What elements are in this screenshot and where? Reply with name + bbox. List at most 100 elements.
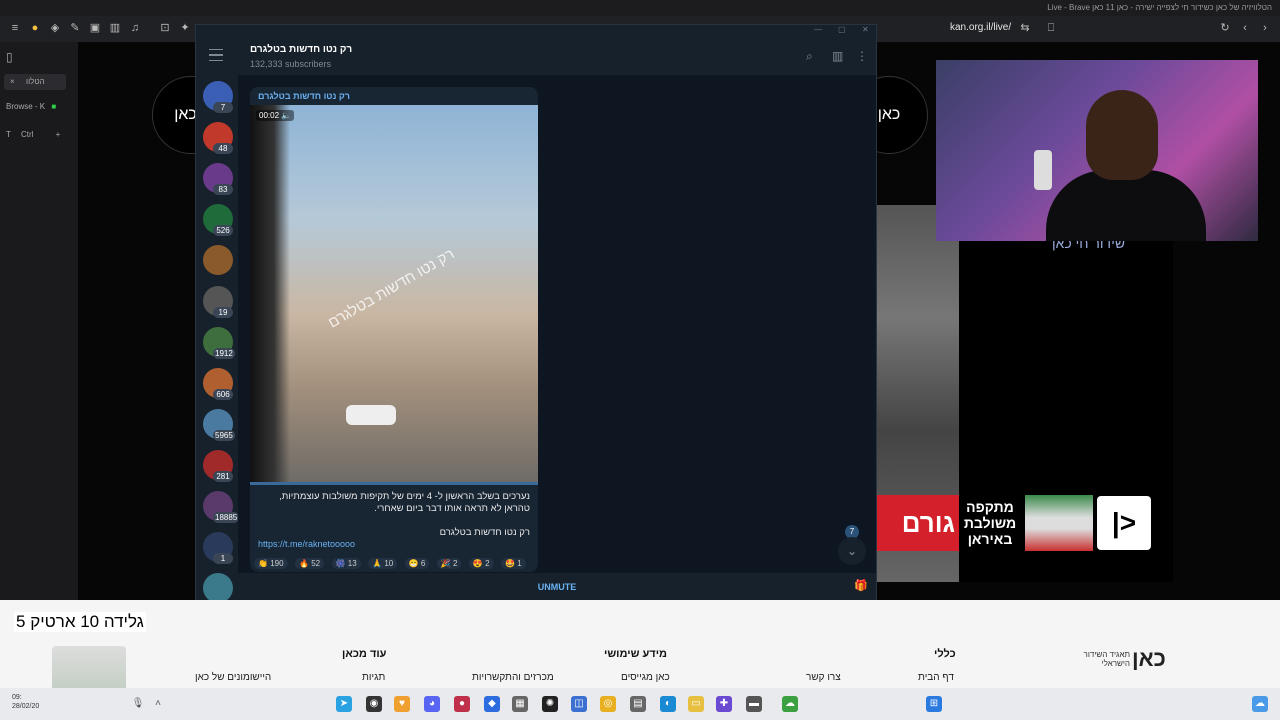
reaction-chip[interactable]: 🎉 2 <box>436 558 462 569</box>
windows-start-icon[interactable]: ⊞ <box>926 696 942 712</box>
chat-avatar[interactable] <box>203 245 233 275</box>
unread-badge: 19 <box>213 307 233 318</box>
stream-overlay-text: גלידה 10 ארטיק 5 <box>14 612 146 632</box>
discord-taskbar-icon[interactable]: ◕ <box>424 696 440 712</box>
footer-link-apps[interactable]: היישומונים של כאן <box>195 672 271 683</box>
footer-link-tenders[interactable]: מכרזים והתקשרויות <box>472 672 554 683</box>
kan-footer-logo[interactable]: כאן <box>1132 646 1166 672</box>
reaction-count: 1 <box>517 559 522 568</box>
taskbar-clock[interactable]: 09: 28/02/20 <box>12 693 39 711</box>
sidebar-info-icon[interactable]: ▥ <box>832 49 843 63</box>
reaction-count: 52 <box>311 559 321 568</box>
reaction-emoji: 🤩 <box>505 559 515 568</box>
more-options-icon[interactable]: ⋮ <box>856 49 868 63</box>
footer-link-home[interactable]: דף הבית <box>918 672 954 683</box>
app-taskbar-icon[interactable]: ♥ <box>394 696 410 712</box>
shield-icon[interactable]: ◈ <box>48 21 62 35</box>
chrome-taskbar-icon[interactable]: ◎ <box>600 696 616 712</box>
reaction-chip[interactable]: 🙏 10 <box>368 558 398 569</box>
post-video[interactable]: רק נטו חדשות בטלגרם 00:02 🔈 <box>250 105 538 485</box>
tab-item-browse[interactable]: Browse - K ■ <box>6 102 56 111</box>
address-bar[interactable]: kan.org.il/live/ <box>950 22 1011 33</box>
chat-avatar[interactable] <box>203 573 233 603</box>
brave-rewards-icon[interactable]: ● <box>28 21 42 35</box>
screenshot-icon[interactable]: ⊡ <box>158 21 172 35</box>
unread-badge: 526 <box>213 225 233 236</box>
post-link[interactable]: https://t.me/raknetooooo <box>258 539 355 549</box>
footer-link-contact[interactable]: צרו קשר <box>806 672 841 683</box>
chevron-up-icon[interactable]: ˄ <box>150 696 166 712</box>
reaction-chip[interactable]: 🔥 52 <box>295 558 325 569</box>
telegram-taskbar-icon[interactable]: ➤ <box>336 696 352 712</box>
weather-icon[interactable]: ☁ <box>1252 696 1268 712</box>
tab-item-kan[interactable]: × הטלוו <box>4 74 66 90</box>
extensions-icon[interactable]: ✦ <box>178 21 192 35</box>
app-taskbar-icon[interactable]: ◆ <box>484 696 500 712</box>
scroll-down-icon[interactable]: ⌄ <box>838 537 866 565</box>
app-taskbar-icon[interactable]: ◫ <box>571 696 587 712</box>
hamburger-menu-icon[interactable] <box>209 49 223 61</box>
reaction-emoji: 🔥 <box>299 559 309 568</box>
live-stream[interactable]: שידור חי כאן גורם מתקפה משולבת באיראן |> <box>877 205 1173 582</box>
pin-icon[interactable]: ✎ <box>68 21 82 35</box>
mute-icon[interactable]: 🔈 <box>281 111 291 120</box>
footer-link-jobs[interactable]: כאן מגייסים <box>621 672 670 683</box>
reaction-emoji: 😍 <box>472 559 483 568</box>
subscriber-count: 132,333 subscribers <box>250 59 332 69</box>
maximize-icon[interactable]: ▢ <box>838 25 846 34</box>
channel-footer: UNMUTE 🎁 <box>238 573 876 601</box>
video-car-shape <box>346 405 396 425</box>
reaction-count: 6 <box>420 559 426 568</box>
close-icon[interactable]: ✕ <box>862 25 869 34</box>
kan-footer: גלידה 10 ארטיק 5 כאן תאגיד השידור הישראל… <box>0 600 1280 712</box>
back-icon[interactable]: ‹ <box>1238 21 1252 35</box>
site-settings-icon[interactable]: ⇆ <box>1018 21 1032 35</box>
explorer-taskbar-icon[interactable]: ▭ <box>688 696 704 712</box>
reaction-chip[interactable]: 😍 2 <box>468 558 494 569</box>
reaction-count: 190 <box>270 559 284 568</box>
chatgpt-taskbar-icon[interactable]: ✺ <box>542 696 558 712</box>
close-tab-icon[interactable]: × <box>10 77 15 86</box>
sidebar-panel-icon[interactable]: ▯ <box>6 50 13 64</box>
reload-icon[interactable]: ↻ <box>1218 21 1232 35</box>
forward-icon[interactable]: › <box>1258 21 1272 35</box>
chat-list: 7 48 83 526 19 1912 606 5965 281 18885 1 <box>196 75 240 603</box>
music-icon[interactable]: ♫ <box>128 21 142 35</box>
channel-title[interactable]: רק נטו חדשות בטלגרם <box>250 44 352 55</box>
text-icon: T <box>6 130 11 139</box>
edge-taskbar-icon[interactable]: ◐ <box>660 696 676 712</box>
obs-taskbar-icon[interactable]: ◉ <box>366 696 382 712</box>
reaction-chip[interactable]: 👏 190 <box>254 558 288 569</box>
reaction-chip[interactable]: 😁 6 <box>404 558 430 569</box>
microphone-icon[interactable]: 🎙 <box>130 696 146 712</box>
wallet-icon[interactable]: ▣ <box>88 21 102 35</box>
video-progress-bar[interactable] <box>250 482 538 485</box>
browser-titlebar: הטלוויזיה של כאן כשידור חי לצפייה ישירה … <box>0 0 1280 16</box>
app-taskbar-icon[interactable]: ● <box>454 696 470 712</box>
search-icon[interactable]: ⌕ <box>806 49 813 64</box>
iran-flag-image <box>1025 495 1093 551</box>
plus-icon[interactable]: + <box>56 130 61 139</box>
bookmark-icon[interactable]: ⎕ <box>1044 21 1058 35</box>
gift-icon[interactable]: 🎁 <box>854 579 868 592</box>
menu-icon[interactable]: ≡ <box>8 21 22 35</box>
app-taskbar-icon[interactable]: ▬ <box>746 696 762 712</box>
sidebar-toggle-icon[interactable]: ▥ <box>108 21 122 35</box>
new-tab-row[interactable]: T Ctrl + <box>6 130 60 139</box>
unmute-button[interactable]: UNMUTE <box>238 573 876 601</box>
unread-badge: 281 <box>213 471 233 482</box>
post-author[interactable]: רק נטו חדשות בטלגרם <box>258 91 350 101</box>
unread-badge: 7 <box>213 102 233 113</box>
app-taskbar-icon[interactable]: ▤ <box>630 696 646 712</box>
footer-heading-info: מידע שימושי <box>604 648 668 660</box>
telegram-window: — ▢ ✕ רק נטו חדשות בטלגרם 132,333 subscr… <box>195 24 877 603</box>
app-taskbar-icon[interactable]: ▦ <box>512 696 528 712</box>
minimize-icon[interactable]: — <box>814 25 822 34</box>
reaction-chip[interactable]: 🤩 1 <box>501 558 526 569</box>
footer-link-tags[interactable]: תגיות <box>362 672 385 683</box>
unread-badge: 5965 <box>213 430 235 441</box>
app-taskbar-icon[interactable]: ✚ <box>716 696 732 712</box>
channel-post: רק נטו חדשות בטלגרם רק נטו חדשות בטלגרם … <box>250 87 538 572</box>
onedrive-taskbar-icon[interactable]: ☁ <box>782 696 798 712</box>
reaction-chip[interactable]: 🎆 13 <box>331 558 361 569</box>
